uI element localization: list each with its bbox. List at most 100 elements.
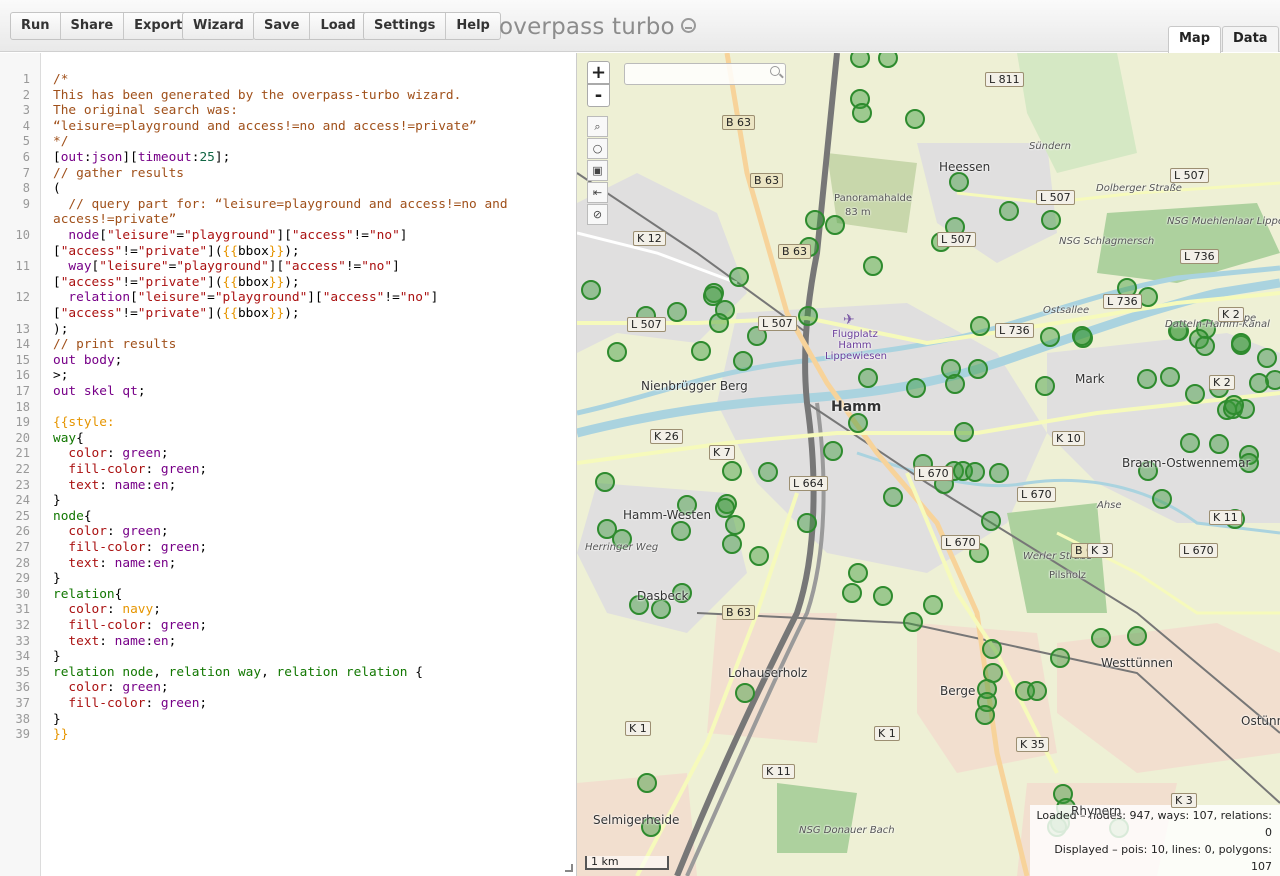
- playground-marker[interactable]: [709, 313, 729, 333]
- playground-marker[interactable]: [970, 316, 990, 336]
- fullscreen-icon[interactable]: ⇤: [587, 182, 608, 203]
- playground-marker[interactable]: [850, 53, 870, 68]
- save-button[interactable]: Save: [254, 13, 311, 39]
- code-line[interactable]: color: green;: [53, 446, 168, 462]
- query-editor[interactable]: 1 2 3 4 5 6 7 8 9 10 11 12 13 14 15 16 17 18 19 20 21 22 23 24 2…: [0, 53, 577, 876]
- code-line[interactable]: }: [53, 493, 61, 509]
- playground-marker[interactable]: [722, 461, 742, 481]
- playground-marker[interactable]: [1249, 373, 1269, 393]
- playground-marker[interactable]: [1050, 648, 1070, 668]
- playground-marker[interactable]: [878, 53, 898, 68]
- code-line[interactable]: }: [53, 712, 61, 728]
- playground-marker[interactable]: [975, 705, 995, 725]
- playground-marker[interactable]: [637, 773, 657, 793]
- playground-marker[interactable]: [999, 201, 1019, 221]
- playground-marker[interactable]: [873, 586, 893, 606]
- playground-marker[interactable]: [982, 639, 1002, 659]
- playground-marker[interactable]: [733, 351, 753, 371]
- map-search-input[interactable]: [624, 63, 786, 85]
- help-button[interactable]: Help: [446, 13, 499, 39]
- code-line[interactable]: way{: [53, 431, 84, 447]
- playground-marker[interactable]: [715, 498, 735, 518]
- code-line[interactable]: );: [53, 322, 68, 338]
- playground-marker[interactable]: [923, 595, 943, 615]
- code-line[interactable]: The original search was:: [53, 103, 238, 119]
- code-line[interactable]: color: navy;: [53, 602, 161, 618]
- playground-marker[interactable]: [691, 341, 711, 361]
- code-line[interactable]: // query part for: “leisure=playground a…: [53, 197, 507, 213]
- settings-button[interactable]: Settings: [364, 13, 447, 39]
- playground-marker[interactable]: [1185, 384, 1205, 404]
- playground-marker[interactable]: [1137, 369, 1157, 389]
- playground-marker[interactable]: [954, 422, 974, 442]
- playground-marker[interactable]: [1035, 376, 1055, 396]
- code-line[interactable]: (: [53, 181, 61, 197]
- share-button[interactable]: Share: [61, 13, 125, 39]
- playground-marker[interactable]: [1127, 626, 1147, 646]
- wizard-button[interactable]: Wizard: [183, 13, 254, 39]
- code-line[interactable]: node["leisure"="playground"]["access"!="…: [53, 228, 407, 244]
- code-line[interactable]: relation node, relation way, relation re…: [53, 665, 423, 681]
- code-line[interactable]: }: [53, 571, 61, 587]
- playground-marker[interactable]: [1209, 434, 1229, 454]
- zoom-to-data-icon[interactable]: ⌕: [587, 116, 608, 137]
- playground-marker[interactable]: [1041, 210, 1061, 230]
- code-line[interactable]: }}: [53, 727, 68, 743]
- playground-marker[interactable]: [1180, 433, 1200, 453]
- locate-icon[interactable]: ○: [587, 138, 608, 159]
- playground-marker[interactable]: [671, 521, 691, 541]
- code-line[interactable]: way["leisure"="playground"]["access"!="n…: [53, 259, 399, 275]
- playground-marker[interactable]: [1152, 489, 1172, 509]
- map-view[interactable]: ✈ + - ⌕ ○ ▣ ⇤ ⊘ 1 km Loaded – nodes: 947…: [577, 53, 1280, 876]
- playground-marker[interactable]: [852, 103, 872, 123]
- code-line[interactable]: fill-color: green;: [53, 540, 207, 556]
- playground-marker[interactable]: [798, 306, 818, 326]
- playground-marker[interactable]: [981, 511, 1001, 531]
- code-line[interactable]: node{: [53, 509, 92, 525]
- code-line[interactable]: relation{: [53, 587, 122, 603]
- zoom-in-button[interactable]: +: [587, 61, 610, 84]
- code-line[interactable]: out skel qt;: [53, 384, 146, 400]
- code-line[interactable]: “leisure=playground and access!=no and a…: [53, 119, 477, 135]
- playground-marker[interactable]: [581, 280, 601, 300]
- code-line[interactable]: relation["leisure"="playground"]["access…: [53, 290, 438, 306]
- playground-marker[interactable]: [607, 342, 627, 362]
- tab-map[interactable]: Map: [1168, 26, 1222, 53]
- playground-marker[interactable]: [1160, 367, 1180, 387]
- playground-marker[interactable]: [989, 463, 1009, 483]
- playground-marker[interactable]: [949, 172, 969, 192]
- playground-marker[interactable]: [729, 267, 749, 287]
- playground-marker[interactable]: [825, 215, 845, 235]
- playground-marker[interactable]: [842, 583, 862, 603]
- code-line[interactable]: text: name:en;: [53, 556, 176, 572]
- code-line[interactable]: */: [53, 134, 68, 150]
- playground-marker[interactable]: [758, 462, 778, 482]
- playground-marker[interactable]: [749, 546, 769, 566]
- resize-handle[interactable]: [565, 864, 573, 872]
- code-line[interactable]: {{style:: [53, 415, 115, 431]
- playground-marker[interactable]: [823, 441, 843, 461]
- playground-marker[interactable]: [883, 487, 903, 507]
- playground-marker[interactable]: [1231, 333, 1251, 353]
- code-line[interactable]: /*: [53, 72, 68, 88]
- run-button[interactable]: Run: [11, 13, 61, 39]
- code-line[interactable]: out body;: [53, 353, 122, 369]
- code-line[interactable]: }: [53, 649, 61, 665]
- code-line[interactable]: [out:json][timeout:25];: [53, 150, 230, 166]
- search-icon[interactable]: [770, 66, 780, 76]
- code-line[interactable]: // gather results: [53, 166, 184, 182]
- playground-marker[interactable]: [1138, 287, 1158, 307]
- playground-marker[interactable]: [863, 256, 883, 276]
- playground-marker[interactable]: [1027, 681, 1047, 701]
- code-line[interactable]: text: name:en;: [53, 634, 176, 650]
- playground-marker[interactable]: [797, 513, 817, 533]
- code-line[interactable]: ["access"!="private"]({{bbox}});: [53, 306, 300, 322]
- playground-marker[interactable]: [905, 109, 925, 129]
- code-line[interactable]: >;: [53, 368, 68, 384]
- playground-marker[interactable]: [1040, 327, 1060, 347]
- playground-marker[interactable]: [945, 374, 965, 394]
- code-line[interactable]: fill-color: green;: [53, 462, 207, 478]
- playground-marker[interactable]: [1224, 395, 1244, 415]
- playground-marker[interactable]: [848, 563, 868, 583]
- playground-marker[interactable]: [858, 368, 878, 388]
